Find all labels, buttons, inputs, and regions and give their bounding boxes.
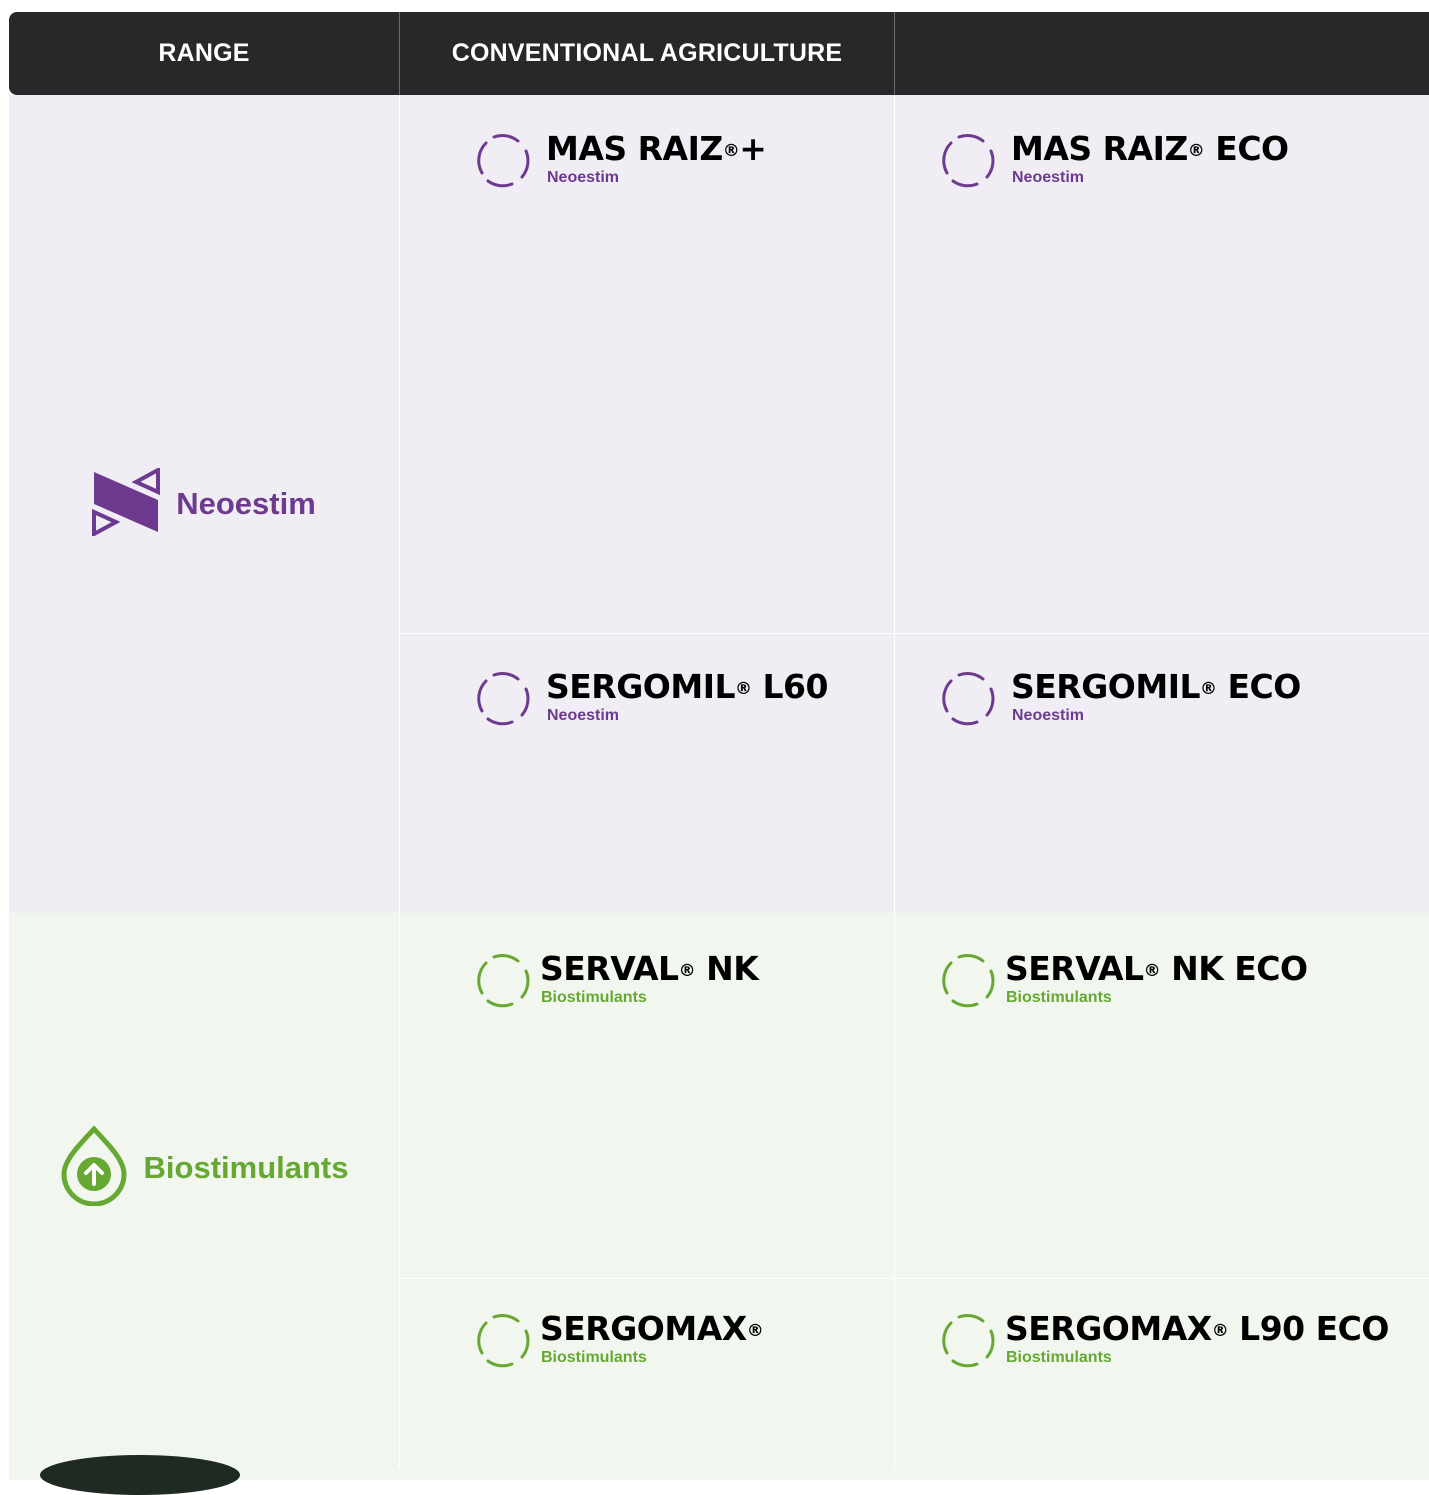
header-range: RANGE [158, 39, 250, 67]
ring-icon [939, 669, 997, 727]
biostimulants-drop-arrow-icon [60, 1124, 128, 1211]
product-sergomil-eco[interactable]: SERGOMIL® ECO Neoestim [939, 667, 1301, 727]
product-serval-nk-eco[interactable]: SERVAL® NK ECO Biostimulants [939, 949, 1308, 1009]
product-mas-raiz-eco[interactable]: MAS RAIZ® ECO Neoestim [939, 129, 1289, 189]
neoestim-section: Neoestim MAS RAIZ®+ Neoestim MAS RAIZ® E… [9, 95, 1429, 913]
column-divider [894, 913, 895, 1468]
ring-icon [939, 131, 997, 189]
product-name: SERGOMAX® [540, 1309, 764, 1348]
decorative-image-fragment [40, 1455, 240, 1495]
ring-icon [939, 1311, 997, 1369]
product-name: MAS RAIZ®+ [546, 129, 767, 168]
product-name: SERGOMIL® L60 [546, 667, 828, 706]
ring-icon [939, 951, 997, 1009]
product-category: Biostimulants [541, 989, 647, 1006]
ring-icon [474, 669, 532, 727]
ring-icon [474, 1311, 532, 1369]
product-sergomil-l60[interactable]: SERGOMIL® L60 Neoestim [474, 667, 828, 727]
column-divider [399, 913, 400, 1468]
product-name: SERVAL® NK [540, 949, 759, 988]
row-divider [400, 1278, 1429, 1279]
product-category: Neoestim [547, 707, 620, 724]
table-header: RANGE CONVENTIONAL AGRICULTURE [9, 12, 1429, 95]
product-name: SERGOMIL® ECO [1011, 667, 1301, 706]
product-category: Neoestim [1012, 169, 1085, 186]
ring-icon [474, 131, 532, 189]
biostimulants-section: Biostimulants SERVAL® NK Biostimulants S… [9, 913, 1429, 1480]
product-sergomax-l90-eco[interactable]: SERGOMAX® L90 ECO Biostimulants [939, 1309, 1389, 1369]
row-divider [400, 633, 1429, 634]
product-category: Biostimulants [541, 1349, 647, 1366]
product-category: Neoestim [547, 169, 620, 186]
column-divider [399, 95, 400, 913]
ring-icon [474, 951, 532, 1009]
product-name: SERVAL® NK ECO [1005, 949, 1308, 988]
range-cell-neoestim: Neoestim [9, 95, 399, 913]
product-serval-nk[interactable]: SERVAL® NK Biostimulants [474, 949, 759, 1009]
product-category: Neoestim [1012, 707, 1085, 724]
product-category: Biostimulants [1006, 989, 1112, 1006]
product-mas-raiz-plus[interactable]: MAS RAIZ®+ Neoestim [474, 129, 767, 189]
column-divider [894, 95, 895, 913]
range-cell-biostimulants: Biostimulants [9, 1073, 399, 1263]
product-name: SERGOMAX® L90 ECO [1005, 1309, 1389, 1348]
header-col3 [895, 12, 1429, 95]
product-name: MAS RAIZ® ECO [1011, 129, 1289, 168]
neoestim-logo-icon [92, 466, 161, 541]
product-category: Biostimulants [1006, 1349, 1112, 1366]
product-sergomax[interactable]: SERGOMAX® Biostimulants [474, 1309, 764, 1369]
header-conventional-agriculture: CONVENTIONAL AGRICULTURE [451, 39, 843, 67]
range-label-biostimulants: Biostimulants [143, 1150, 349, 1185]
range-label-neoestim: Neoestim [176, 486, 316, 521]
